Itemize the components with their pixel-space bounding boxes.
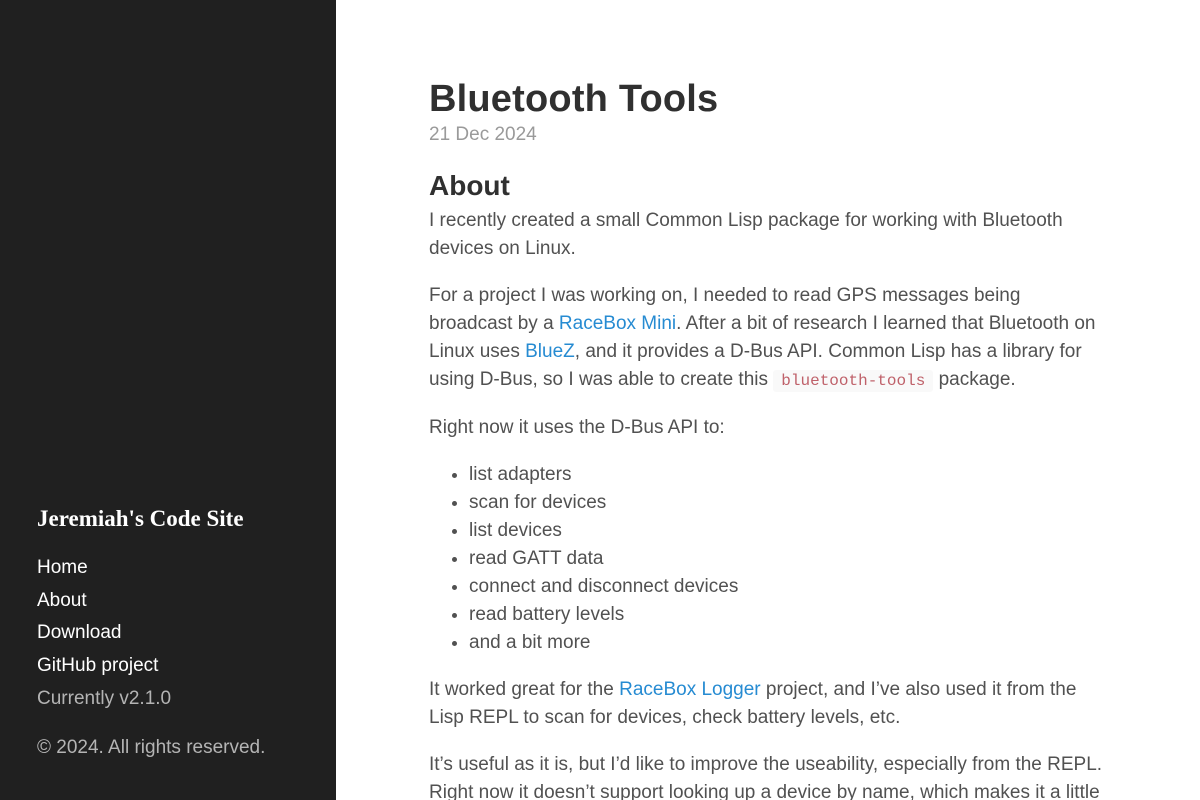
nav-item-about: About	[37, 589, 171, 622]
nav-link-about[interactable]: About	[37, 590, 87, 611]
version-text: Currently v2.1.0	[37, 687, 172, 709]
copyright: © 2024. All rights reserved.	[37, 737, 266, 758]
paragraph-api-intro: Right now it uses the D-Bus API to:	[429, 417, 725, 438]
list-item: read GATT data	[469, 545, 1109, 573]
list-item: and a bit more	[469, 629, 1109, 657]
nav-link-home[interactable]: Home	[37, 557, 88, 578]
paragraph-text: It worked great for the	[429, 679, 620, 700]
section-title-about: About	[429, 170, 510, 201]
nav-link-github-project[interactable]: GitHub project	[37, 655, 158, 676]
nav-item-home: Home	[37, 556, 171, 589]
nav-item-version: Currently v2.1.0	[37, 687, 171, 720]
list-item: connect and disconnect devices	[469, 573, 1109, 601]
list-item: list devices	[469, 517, 1109, 545]
package-name-code: bluetooth-tools	[773, 370, 934, 392]
nav-link-download[interactable]: Download	[37, 622, 122, 643]
paragraph-improvements: It’s useful as it is, but I’d like to im…	[429, 754, 1103, 800]
paragraph-text: package.	[933, 369, 1016, 390]
feature-list: list adapters scan for devices list devi…	[469, 461, 1109, 657]
sidebar: Jeremiah's Code Site Home About Download…	[0, 0, 336, 800]
post-title: Bluetooth Tools	[429, 78, 719, 120]
racebox-logger-link[interactable]: RaceBox Logger	[619, 679, 761, 700]
nav-item-download: Download	[37, 621, 171, 654]
list-item: read battery levels	[469, 601, 1109, 629]
racebox-mini-link[interactable]: RaceBox Mini	[559, 313, 676, 334]
nav-item-github: GitHub project	[37, 654, 171, 687]
paragraph-logger: It worked great for the RaceBox Logger p…	[429, 676, 1109, 732]
site-title[interactable]: Jeremiah's Code Site	[37, 506, 244, 532]
list-item: scan for devices	[469, 489, 1109, 517]
paragraph-intro: I recently created a small Common Lisp p…	[429, 210, 1063, 259]
post-date: 21 Dec 2024	[429, 124, 537, 145]
sidebar-nav: Home About Download GitHub project Curre…	[37, 556, 171, 719]
paragraph-background: For a project I was working on, I needed…	[429, 282, 1109, 395]
bluez-link[interactable]: BlueZ	[525, 341, 575, 362]
list-item: list adapters	[469, 461, 1109, 489]
post-content: Bluetooth Tools 21 Dec 2024 About I rece…	[429, 76, 1109, 800]
